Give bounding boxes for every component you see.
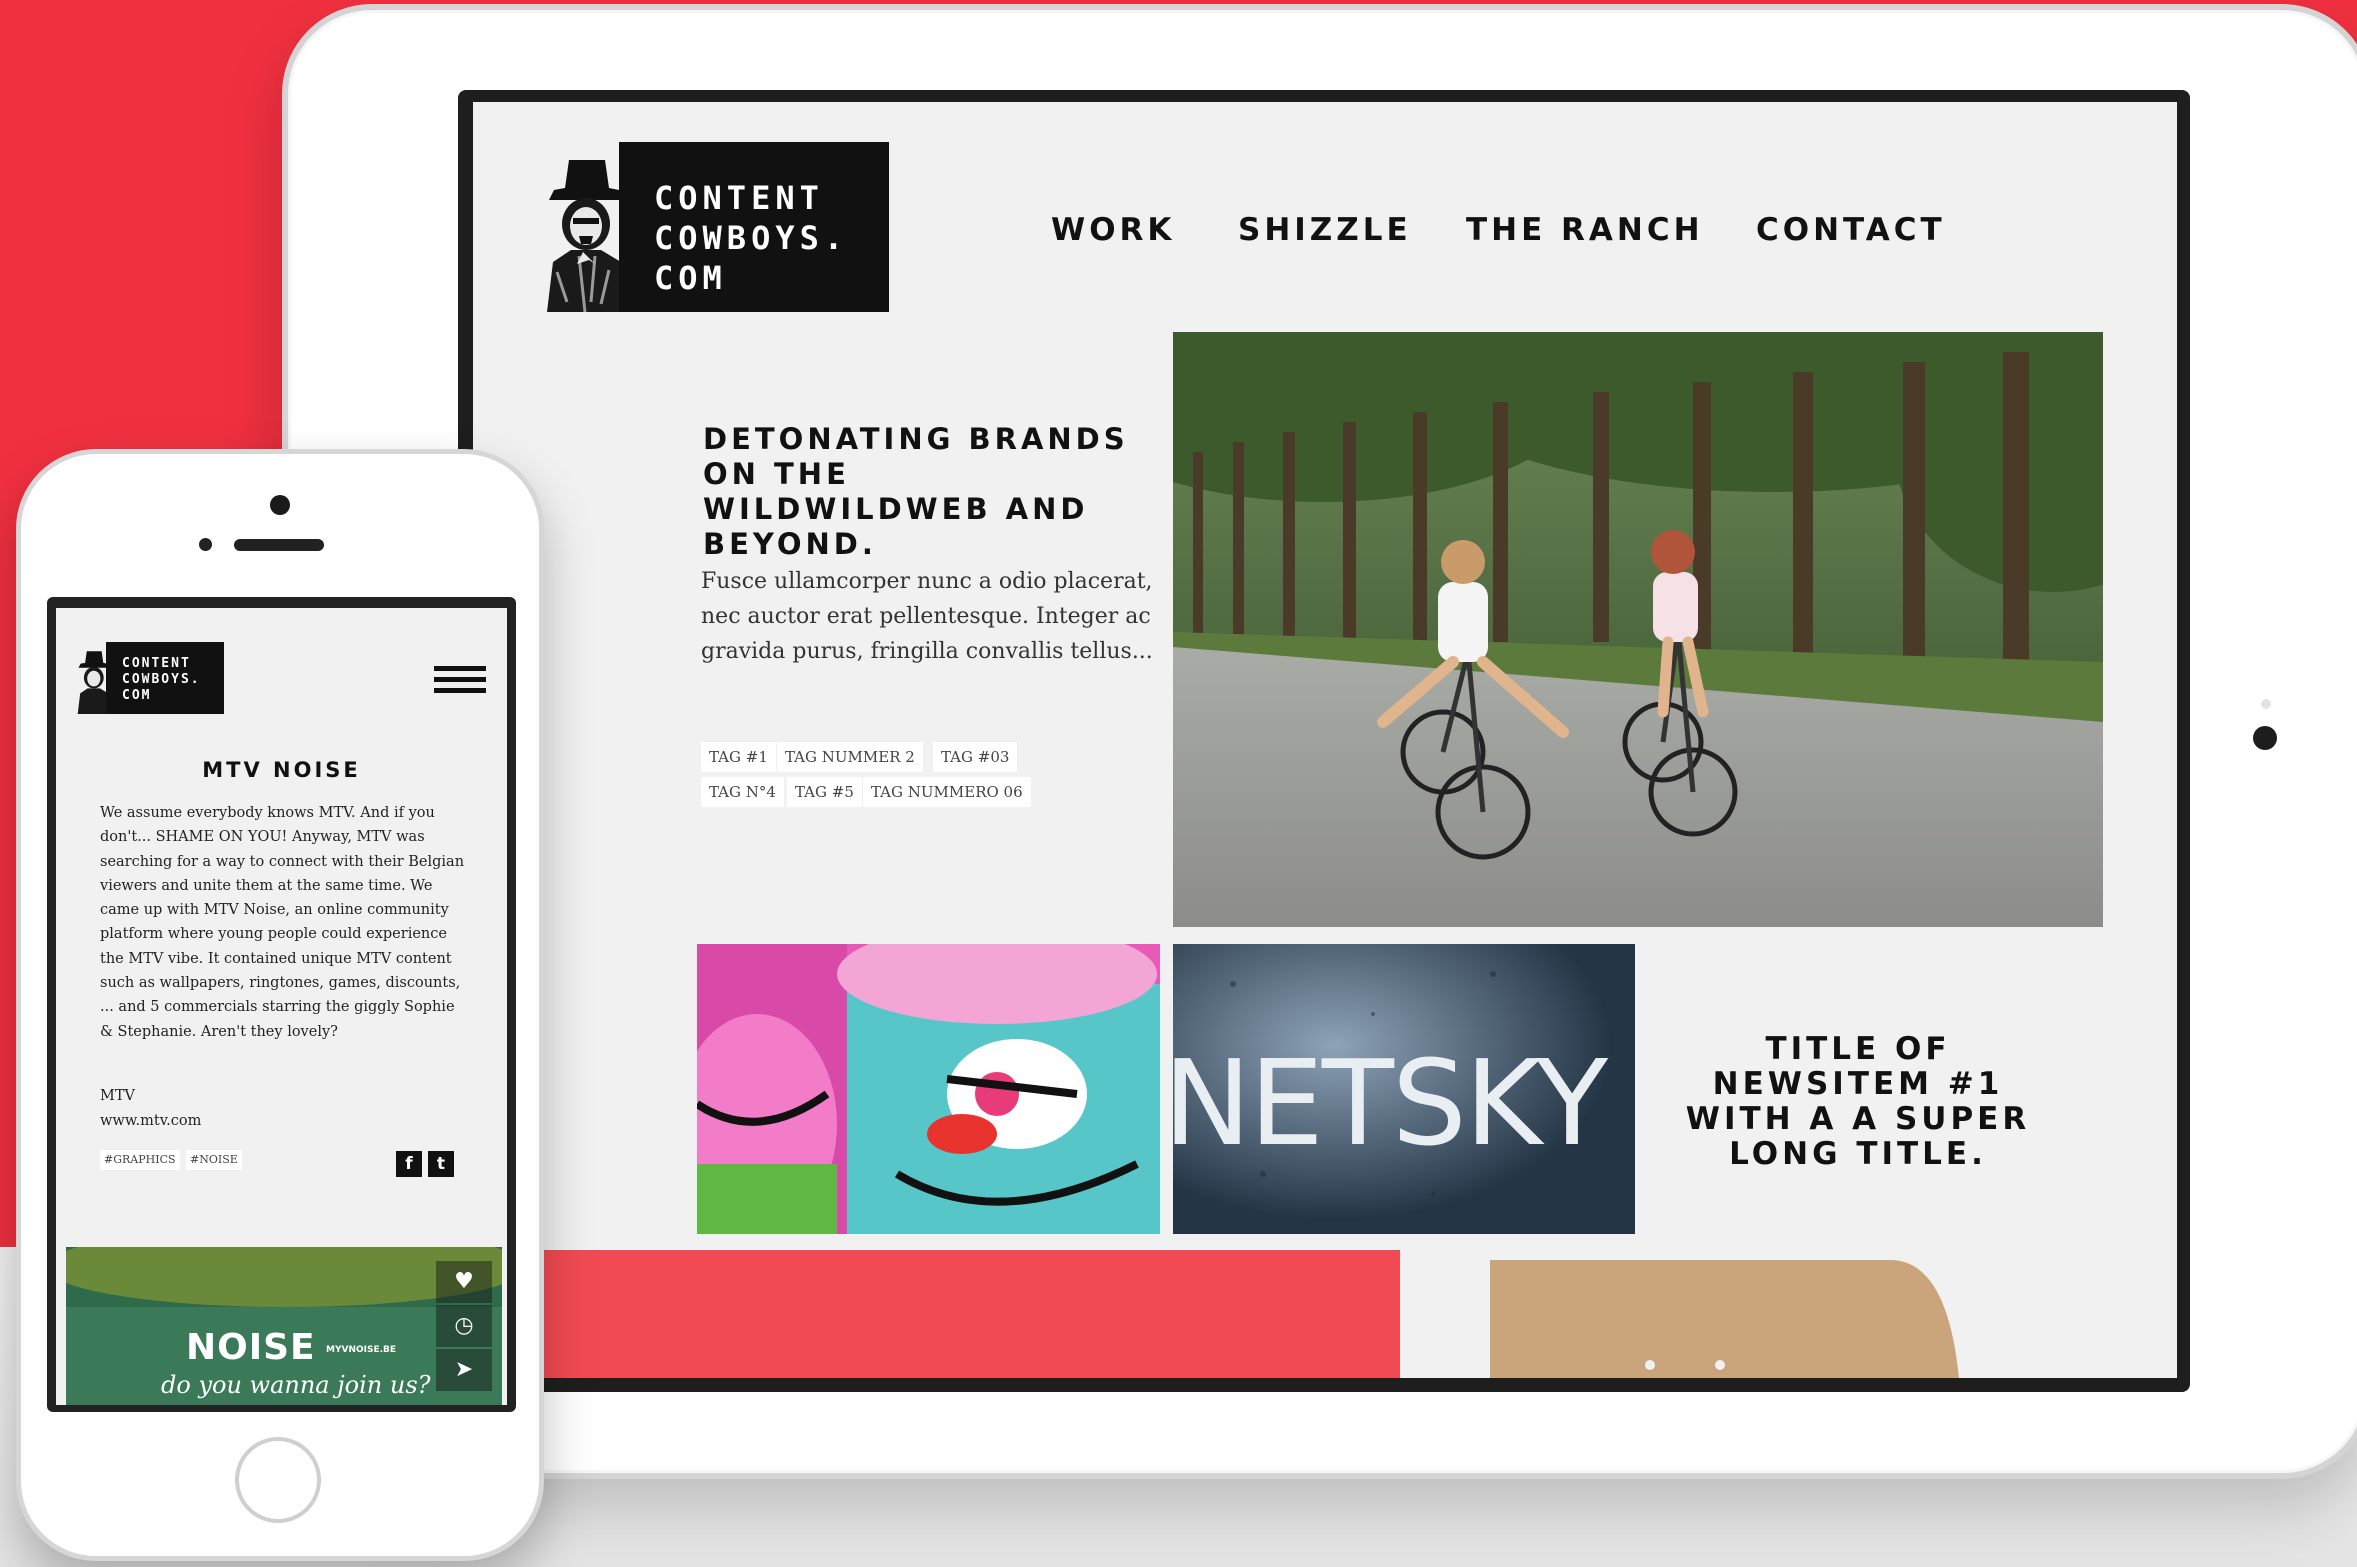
phone-sensor [199,538,212,551]
tablet-camera [2253,726,2277,750]
hero-image[interactable] [1173,332,2103,927]
tag-3[interactable]: TAG #03 [933,742,1018,772]
skateboard-tile[interactable] [1490,1250,2177,1378]
project-client: MTV [100,1088,135,1104]
phone-logo-line-3: COM [122,688,152,703]
facebook-icon[interactable]: f [396,1151,422,1177]
tag-2[interactable]: TAG NUMMER 2 [777,742,923,772]
heart-icon[interactable]: ♥ [436,1261,492,1303]
project-title: MTV NOISE [202,758,361,782]
tablet-sensor [2261,699,2271,709]
project-url[interactable]: www.mtv.com [100,1113,201,1129]
clock-icon[interactable]: ◷ [436,1305,492,1347]
project-description: We assume everybody knows MTV. And if yo… [100,805,465,1040]
send-icon[interactable]: ➤ [436,1349,492,1391]
phone-logo-line-1: CONTENT [122,656,191,671]
intro-text: Fusce ullamcorper nunc a odio placerat, … [701,569,1153,664]
skateboard-image [1490,1260,1959,1378]
graffiti-tile[interactable] [697,944,1160,1234]
phone-speaker [234,539,324,551]
red-tile[interactable] [473,1250,1400,1378]
logo-line-1: CONTENT [654,179,824,217]
tag-1[interactable]: TAG #1 [701,742,776,772]
noise-feature-site: MYVNOISE.BE [326,1345,397,1355]
phone-site-logo[interactable]: CONTENT COWBOYS. COM [74,642,224,714]
nav-the-ranch[interactable]: THE RANCH [1466,212,1704,248]
graffiti-image [697,944,1160,1234]
netsky-tile[interactable]: NETSKY [1173,944,1635,1234]
phone-tag-graphics[interactable]: #GRAPHICS [100,1150,180,1170]
noise-feature-title: NOISE [186,1327,316,1368]
phone-logo-line-2: COWBOYS. [122,672,201,687]
tablet-website: CONTENT COWBOYS. COM WORK SHIZZLE THE RA… [473,102,2177,1378]
noise-feature-tagline: do you wanna join us? [161,1371,431,1399]
twitter-icon[interactable]: t [428,1151,454,1177]
tag-6[interactable]: TAG NUMMERO 06 [863,777,1031,807]
phone-website: CONTENT COWBOYS. COM MTV NOISE We assume… [56,608,507,1405]
phone-camera [270,495,290,515]
phone-tag-noise[interactable]: #NOISE [186,1150,242,1170]
scene: CONTENT COWBOYS. COM WORK SHIZZLE THE RA… [0,0,2357,1567]
nav-contact[interactable]: CONTACT [1756,212,1946,248]
news-title[interactable]: TITLE OF NEWSITEM #1 WITH A A SUPER LONG… [1658,1032,2058,1172]
headline: DETONATING BRANDS ON THE WILDWILDWEB AND… [703,422,1129,561]
tag-5[interactable]: TAG #5 [787,777,862,807]
nav-work[interactable]: WORK [1051,212,1175,248]
menu-icon[interactable] [434,666,486,696]
nav-shizzle[interactable]: SHIZZLE [1238,212,1412,248]
site-logo[interactable]: CONTENT COWBOYS. COM [539,142,889,312]
netsky-text: NETSKY [1173,1034,1608,1172]
tag-4[interactable]: TAG N°4 [701,777,784,807]
logo-line-2: COWBOYS. [654,219,849,257]
phone-home-button[interactable] [235,1437,321,1523]
logo-line-3: COM [654,259,727,297]
hero-photo [1173,332,2103,927]
